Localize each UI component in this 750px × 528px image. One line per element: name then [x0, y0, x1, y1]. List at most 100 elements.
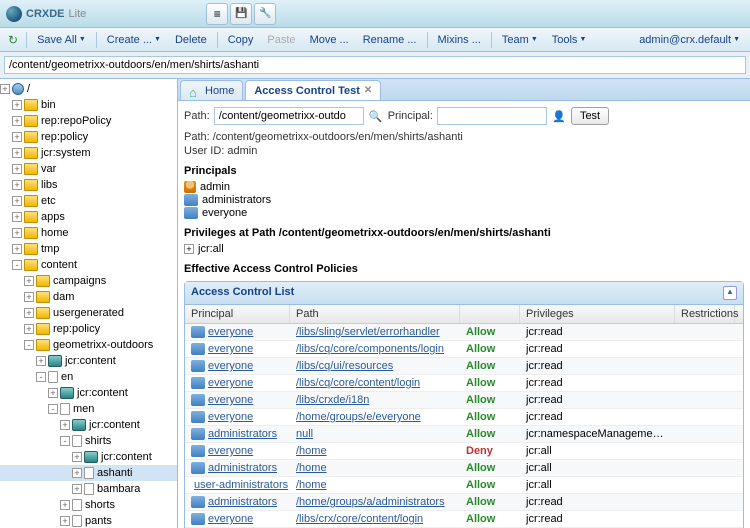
tree-toggle-icon[interactable]: +: [12, 228, 22, 238]
principal-link[interactable]: everyone: [208, 360, 253, 372]
tree-toggle-icon[interactable]: +: [12, 196, 22, 206]
principal-link[interactable]: administrators: [208, 462, 277, 474]
acl-row[interactable]: everyone/home/groups/e/everyoneAllowjcr:…: [185, 409, 743, 426]
tree-toggle-icon[interactable]: +: [48, 388, 58, 398]
acl-row[interactable]: everyone/libs/sling/servlet/errorhandler…: [185, 324, 743, 341]
tree-node-campaigns[interactable]: +campaigns: [0, 273, 177, 289]
tree-toggle-icon[interactable]: +: [0, 84, 10, 94]
path-link[interactable]: /home: [296, 445, 327, 457]
tree-node-etc[interactable]: +etc: [0, 193, 177, 209]
tree-node-bambara[interactable]: +bambara: [0, 481, 177, 497]
tree-toggle-icon[interactable]: -: [36, 372, 46, 382]
tree-node-jcr-content[interactable]: +jcr:content: [0, 353, 177, 369]
acl-row[interactable]: everyone/libs/cq/core/components/loginAl…: [185, 341, 743, 358]
acl-row[interactable]: user-administrators/homeAllowjcr:all: [185, 477, 743, 494]
tree-toggle-icon[interactable]: +: [60, 420, 70, 430]
principal-link[interactable]: everyone: [208, 445, 253, 457]
tree-toggle-icon[interactable]: +: [12, 148, 22, 158]
delete-button[interactable]: Delete: [169, 32, 213, 48]
col-principal[interactable]: Principal: [185, 305, 290, 323]
tree-node-jcr-system[interactable]: +jcr:system: [0, 145, 177, 161]
tree-toggle-icon[interactable]: +: [36, 356, 46, 366]
act-path-input[interactable]: [214, 107, 364, 125]
tree-node-ashanti[interactable]: +ashanti: [0, 465, 177, 481]
path-input[interactable]: [4, 56, 746, 74]
team-button[interactable]: Team▼: [496, 32, 544, 48]
expand-icon[interactable]: +: [184, 244, 194, 254]
tree-toggle-icon[interactable]: -: [12, 260, 22, 270]
tree-toggle-icon[interactable]: +: [72, 484, 82, 494]
tree-toggle-icon[interactable]: +: [24, 324, 34, 334]
tree-toggle-icon[interactable]: +: [12, 100, 22, 110]
create-button[interactable]: Create ...▼: [101, 32, 167, 48]
tree-toggle-icon[interactable]: +: [60, 500, 70, 510]
path-link[interactable]: /libs/cq/core/content/login: [296, 377, 420, 389]
save-all-button[interactable]: Save All▼: [31, 32, 92, 48]
tree-node-en[interactable]: -en: [0, 369, 177, 385]
collapse-icon[interactable]: ▲: [723, 286, 737, 300]
tree-toggle-icon[interactable]: -: [24, 340, 34, 350]
tab-access-control-test[interactable]: Access Control Test✕: [245, 80, 381, 100]
principal-link[interactable]: everyone: [208, 394, 253, 406]
tree-node-rep-policy[interactable]: +rep:policy: [0, 321, 177, 337]
tree-node-libs[interactable]: +libs: [0, 177, 177, 193]
tree-node-geometrixx-outdoors[interactable]: -geometrixx-outdoors: [0, 337, 177, 353]
tree-toggle-icon[interactable]: +: [12, 132, 22, 142]
tree-node-dam[interactable]: +dam: [0, 289, 177, 305]
save-icon[interactable]: [230, 3, 252, 25]
acl-row[interactable]: administrators/homeAllowjcr:all: [185, 460, 743, 477]
rename-button[interactable]: Rename ...: [357, 32, 423, 48]
col-restrictions[interactable]: Restrictions: [675, 305, 735, 323]
path-link[interactable]: /libs/sling/servlet/errorhandler: [296, 326, 440, 338]
repository-tree[interactable]: +/+bin+rep:repoPolicy+rep:policy+jcr:sys…: [0, 79, 178, 528]
acl-row[interactable]: administrators/home/groups/a/administrat…: [185, 494, 743, 511]
col-path[interactable]: Path: [290, 305, 460, 323]
tools-button[interactable]: Tools▼: [546, 32, 593, 48]
tree-node-jcr-content[interactable]: +jcr:content: [0, 417, 177, 433]
tree-toggle-icon[interactable]: +: [12, 212, 22, 222]
acl-row[interactable]: administratorsnullAllowjcr:namespaceMana…: [185, 426, 743, 443]
path-link[interactable]: /home/groups/a/administrators: [296, 496, 445, 508]
path-link[interactable]: null: [296, 428, 313, 440]
user-menu[interactable]: admin@crx.default▼: [633, 32, 746, 48]
tree-node-rep-policy[interactable]: +rep:policy: [0, 129, 177, 145]
path-link[interactable]: /home: [296, 462, 327, 474]
tree-toggle-icon[interactable]: +: [12, 244, 22, 254]
mixins-button[interactable]: Mixins ...: [432, 32, 487, 48]
tree-toggle-icon[interactable]: +: [72, 452, 82, 462]
tree-toggle-icon[interactable]: +: [24, 308, 34, 318]
tree-node-shorts[interactable]: +shorts: [0, 497, 177, 513]
tree-node-jcr-content[interactable]: +jcr:content: [0, 385, 177, 401]
principal-link[interactable]: everyone: [208, 326, 253, 338]
principal-link[interactable]: administrators: [208, 496, 277, 508]
path-link[interactable]: /home: [296, 479, 327, 491]
acl-row[interactable]: everyone/libs/cq/core/content/loginAllow…: [185, 375, 743, 392]
tree-node-rep-repoPolicy[interactable]: +rep:repoPolicy: [0, 113, 177, 129]
tree-node-men[interactable]: -men: [0, 401, 177, 417]
refresh-icon[interactable]: [4, 33, 22, 47]
path-link[interactable]: /libs/crxde/i18n: [296, 394, 369, 406]
tools-icon[interactable]: [254, 3, 276, 25]
tree-node-var[interactable]: +var: [0, 161, 177, 177]
acl-row[interactable]: everyone/libs/crxde/i18nAllowjcr:read: [185, 392, 743, 409]
preferences-icon[interactable]: [206, 3, 228, 25]
principal-link[interactable]: administrators: [208, 428, 277, 440]
acl-row[interactable]: everyone/homeDenyjcr:all: [185, 443, 743, 460]
principal-link[interactable]: everyone: [208, 513, 253, 525]
tree-node-home[interactable]: +home: [0, 225, 177, 241]
move-button[interactable]: Move ...: [304, 32, 355, 48]
tree-node-shirts[interactable]: -shirts: [0, 433, 177, 449]
tree-node--[interactable]: +/: [0, 81, 177, 97]
act-principal-input[interactable]: [437, 107, 547, 125]
tree-node-bin[interactable]: +bin: [0, 97, 177, 113]
path-link[interactable]: /libs/cq/ui/resources: [296, 360, 393, 372]
tree-node-content[interactable]: -content: [0, 257, 177, 273]
tree-toggle-icon[interactable]: +: [72, 468, 82, 478]
acl-row[interactable]: everyone/libs/crx/core/content/loginAllo…: [185, 511, 743, 528]
close-icon[interactable]: ✕: [364, 85, 372, 96]
tree-node-jcr-content[interactable]: +jcr:content: [0, 449, 177, 465]
col-privileges[interactable]: Privileges: [520, 305, 675, 323]
tab-home[interactable]: Home: [180, 80, 243, 100]
principal-link[interactable]: everyone: [208, 343, 253, 355]
path-link[interactable]: /libs/cq/core/components/login: [296, 343, 444, 355]
